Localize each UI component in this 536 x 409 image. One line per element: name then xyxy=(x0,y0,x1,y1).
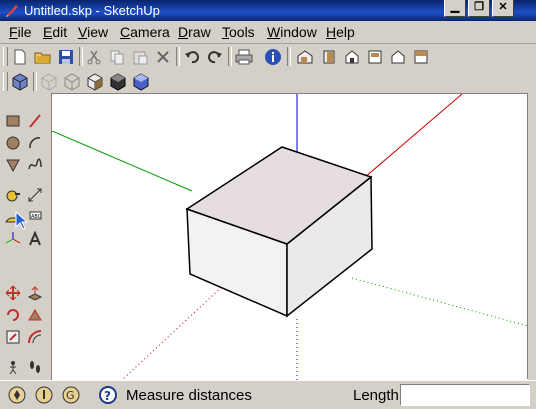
arc-icon[interactable] xyxy=(25,133,45,153)
menu-draw[interactable]: Draw xyxy=(178,24,211,40)
menu-window[interactable]: Window xyxy=(267,24,317,40)
user-icon[interactable]: G xyxy=(61,385,81,405)
shaded-icon[interactable] xyxy=(107,71,129,93)
window-title: Untitled.skp - SketchUp xyxy=(24,3,160,18)
new-icon[interactable] xyxy=(9,46,31,68)
dimension-icon[interactable] xyxy=(25,185,45,205)
svg-text:G: G xyxy=(66,389,75,402)
iso-icon[interactable] xyxy=(9,71,31,93)
menu-bar: File Edit View Camera Draw Tools Window … xyxy=(0,21,536,44)
back-view-icon[interactable] xyxy=(364,46,386,68)
length-input[interactable] xyxy=(400,384,530,406)
scale-icon[interactable] xyxy=(3,327,23,347)
3d-text-icon[interactable] xyxy=(25,229,45,249)
top-view-icon[interactable] xyxy=(410,46,432,68)
rectangle-icon[interactable] xyxy=(3,111,23,131)
menu-tools[interactable]: Tools xyxy=(222,24,255,40)
polygon-icon[interactable] xyxy=(3,155,23,175)
right-view-icon[interactable] xyxy=(341,46,363,68)
paste-icon[interactable] xyxy=(129,46,151,68)
help-icon[interactable]: ? xyxy=(98,385,118,405)
move-icon[interactable] xyxy=(3,283,23,303)
svg-text:?: ? xyxy=(104,389,111,403)
copy-icon[interactable] xyxy=(106,46,128,68)
red-axis-positive xyxy=(363,94,463,179)
standard-toolbar xyxy=(0,44,536,69)
menu-view[interactable]: View xyxy=(78,24,108,40)
maximize-button[interactable]: ❐ xyxy=(468,0,490,17)
left-view-icon[interactable] xyxy=(387,46,409,68)
drawing-area[interactable] xyxy=(51,93,528,380)
tool-palette: ABC xyxy=(0,93,51,379)
circle-icon[interactable] xyxy=(3,133,23,153)
status-hint: Measure distances xyxy=(126,387,252,404)
svg-text:ABC: ABC xyxy=(31,214,42,220)
rotate-icon[interactable] xyxy=(3,305,23,325)
status-bar: G ? Measure distances Length xyxy=(0,380,536,409)
credits-icon[interactable] xyxy=(34,385,54,405)
open-icon[interactable] xyxy=(32,46,54,68)
hidden-line-icon[interactable] xyxy=(84,71,106,93)
geo-location-icon[interactable] xyxy=(7,385,27,405)
length-label: Length xyxy=(353,387,399,404)
xray-icon[interactable] xyxy=(38,71,60,93)
position-camera-icon[interactable] xyxy=(3,357,23,377)
undo-icon[interactable] xyxy=(181,46,203,68)
erase-icon[interactable] xyxy=(152,46,174,68)
views-toolbar xyxy=(0,69,536,94)
green-axis-positive xyxy=(52,130,193,192)
cut-icon[interactable] xyxy=(83,46,105,68)
sketchup-logo-icon xyxy=(6,5,18,17)
iso-view-icon[interactable] xyxy=(294,46,316,68)
print-icon[interactable] xyxy=(233,46,255,68)
save-icon[interactable] xyxy=(55,46,77,68)
shaded-textures-icon[interactable] xyxy=(130,71,152,93)
offset-icon[interactable] xyxy=(25,327,45,347)
tape-measure-icon[interactable] xyxy=(3,185,23,205)
menu-file[interactable]: File xyxy=(9,24,32,40)
menu-edit[interactable]: Edit xyxy=(43,24,67,40)
title-bar: Untitled.skp - SketchUp ▁ ❐ ✕ xyxy=(0,0,536,21)
menu-help[interactable]: Help xyxy=(326,24,355,40)
wireframe-icon[interactable] xyxy=(61,71,83,93)
right-edge xyxy=(527,93,536,379)
model-info-icon[interactable] xyxy=(262,46,284,68)
push-pull-icon[interactable] xyxy=(25,283,45,303)
walk-icon[interactable] xyxy=(25,357,45,377)
freehand-icon[interactable] xyxy=(25,155,45,175)
close-button[interactable]: ✕ xyxy=(492,0,514,17)
front-view-icon[interactable] xyxy=(318,46,340,68)
redo-icon[interactable] xyxy=(204,46,226,68)
green-axis-negative xyxy=(351,277,528,327)
red-axis-negative xyxy=(121,281,228,380)
menu-camera[interactable]: Camera xyxy=(120,24,170,40)
pencil-icon[interactable] xyxy=(25,111,45,131)
axes-icon[interactable] xyxy=(3,229,23,249)
mouse-cursor-icon xyxy=(12,211,32,231)
follow-me-icon[interactable] xyxy=(25,305,45,325)
minimize-button[interactable]: ▁ xyxy=(444,0,466,17)
